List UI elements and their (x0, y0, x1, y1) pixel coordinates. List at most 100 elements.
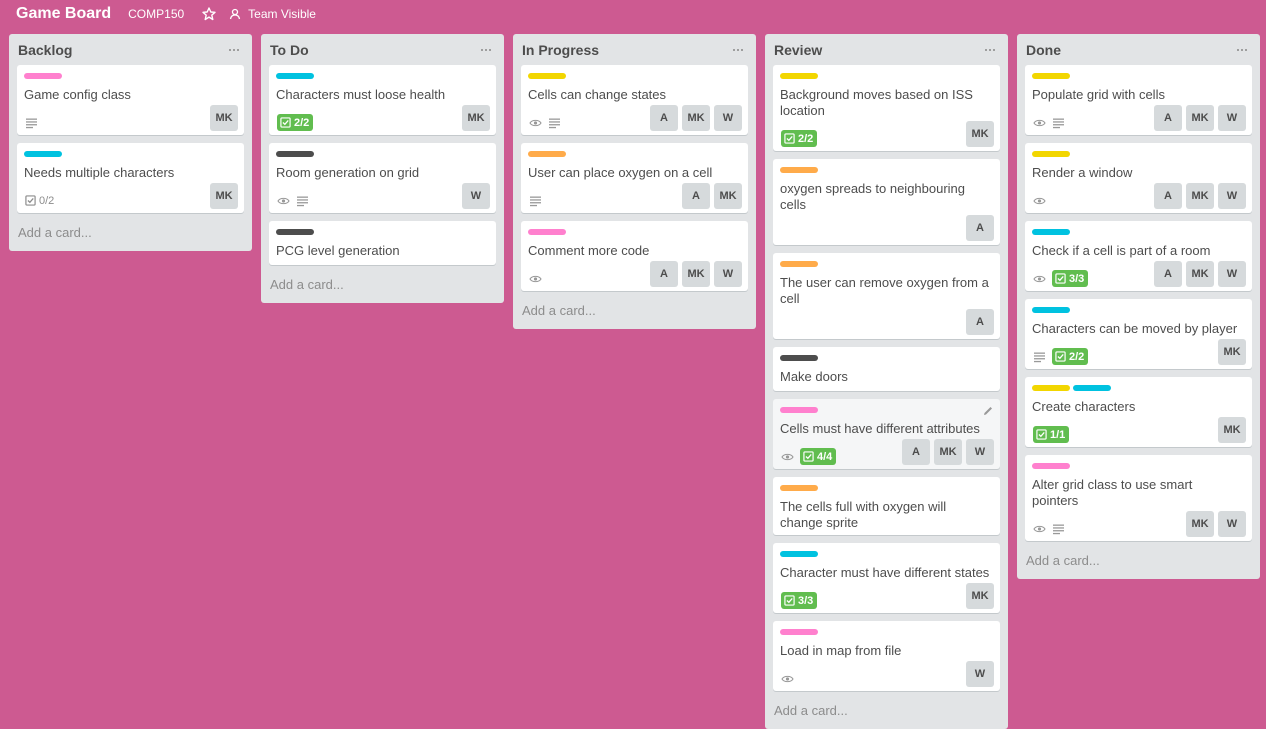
avatar[interactable]: MK (1186, 183, 1214, 209)
edit-icon[interactable] (982, 405, 994, 417)
card-members: A MK (682, 183, 742, 209)
card[interactable]: Room generation on grid W (269, 143, 496, 213)
card-title: Character must have different states (780, 565, 990, 580)
avatar[interactable]: A (1154, 105, 1182, 131)
avatar[interactable]: MK (1218, 339, 1246, 365)
avatar[interactable]: A (1154, 261, 1182, 287)
avatar[interactable]: W (966, 661, 994, 687)
card[interactable]: Characters must loose health 2/2 MK (269, 65, 496, 135)
avatar[interactable]: A (650, 261, 678, 287)
list-title[interactable]: Done (1026, 42, 1061, 58)
label-orange (780, 167, 818, 173)
card-footer: 4/4 A MK W (780, 439, 994, 465)
list-title[interactable]: Backlog (18, 42, 72, 58)
list-title[interactable]: Review (774, 42, 822, 58)
card[interactable]: oxygen spreads to neighbouring cells A (773, 159, 1000, 245)
card-footer: A MK (528, 183, 742, 209)
list-title[interactable]: In Progress (522, 42, 599, 58)
card[interactable]: Populate grid with cells A MK W (1025, 65, 1252, 135)
star-icon[interactable] (202, 7, 216, 21)
card[interactable]: The cells full with oxygen will change s… (773, 477, 1000, 535)
description-icon (26, 118, 37, 129)
card[interactable]: Create characters 1/1 MK (1025, 377, 1252, 447)
avatar[interactable]: MK (1186, 511, 1214, 537)
avatar[interactable]: W (462, 183, 490, 209)
avatar[interactable]: MK (210, 183, 238, 209)
card[interactable]: Load in map from file W (773, 621, 1000, 691)
card[interactable]: The user can remove oxygen from a cell A (773, 253, 1000, 339)
avatar[interactable]: W (1218, 261, 1246, 287)
card[interactable]: Characters can be moved by player 2/2 MK (1025, 299, 1252, 369)
avatar[interactable]: MK (462, 105, 490, 131)
label-orange (780, 261, 818, 267)
card[interactable]: Background moves based on ISS location 2/… (773, 65, 1000, 151)
card[interactable]: User can place oxygen on a cell A MK (521, 143, 748, 213)
list-title[interactable]: To Do (270, 42, 309, 58)
card-labels (276, 229, 490, 237)
board-visibility[interactable]: Team Visible (248, 7, 316, 21)
card-labels (1032, 307, 1246, 315)
card-title: Game config class (24, 87, 131, 102)
avatar[interactable]: W (714, 261, 742, 287)
card[interactable]: PCG level generation (269, 221, 496, 265)
avatar[interactable]: A (902, 439, 930, 465)
board-org[interactable]: COMP150 (128, 7, 184, 21)
card-footer: 2/2 MK (1032, 339, 1246, 365)
card-badges (528, 115, 561, 131)
avatar[interactable]: W (714, 105, 742, 131)
card[interactable]: Alter grid class to use smart pointers MK… (1025, 455, 1252, 541)
avatar[interactable]: W (1218, 183, 1246, 209)
add-card-link[interactable]: Add a card... (17, 221, 244, 245)
team-icon[interactable] (228, 7, 242, 21)
checklist-icon (1055, 351, 1066, 362)
add-card-link[interactable]: Add a card... (773, 699, 1000, 723)
card[interactable]: Comment more code A MK W (521, 221, 748, 291)
avatar[interactable]: MK (1186, 105, 1214, 131)
card[interactable]: Check if a cell is part of a room 3/3 A MK W (1025, 221, 1252, 291)
avatar[interactable]: A (682, 183, 710, 209)
avatar[interactable]: A (966, 309, 994, 335)
card[interactable]: Character must have different states 3/3 M… (773, 543, 1000, 613)
avatar[interactable]: MK (682, 105, 710, 131)
card[interactable]: Make doors (773, 347, 1000, 391)
add-card-link[interactable]: Add a card... (521, 299, 748, 323)
avatar[interactable]: MK (210, 105, 238, 131)
list-menu-icon[interactable] (730, 45, 746, 55)
avatar[interactable]: MK (714, 183, 742, 209)
card[interactable]: Cells must have different attributes 4/4 A… (773, 399, 1000, 469)
card[interactable]: Game config class MK (17, 65, 244, 135)
avatar[interactable]: W (1218, 105, 1246, 131)
label-pink (24, 73, 62, 79)
avatar[interactable]: MK (1218, 417, 1246, 443)
list-menu-icon[interactable] (226, 45, 242, 55)
list-menu-icon[interactable] (982, 45, 998, 55)
avatar[interactable]: W (966, 439, 994, 465)
avatar[interactable]: W (1218, 511, 1246, 537)
avatar[interactable]: A (966, 215, 994, 241)
board-title[interactable]: Game Board (16, 5, 111, 23)
checklist-count: 3/3 (798, 594, 814, 607)
avatar[interactable]: MK (682, 261, 710, 287)
list-menu-icon[interactable] (478, 45, 494, 55)
checklist-count: 2/2 (798, 132, 814, 145)
label-cyan (1073, 385, 1111, 391)
card[interactable]: Needs multiple characters 0/2 MK (17, 143, 244, 213)
list-done: Done Populate grid with cells A MK W Render a… (1017, 34, 1260, 579)
description-icon (1053, 524, 1064, 535)
add-card-link[interactable]: Add a card... (269, 273, 496, 297)
card-members: MK (210, 183, 238, 209)
list-menu-icon[interactable] (1234, 45, 1250, 55)
avatar[interactable]: MK (966, 583, 994, 609)
card-members: W (966, 661, 994, 687)
card[interactable]: Cells can change states A MK W (521, 65, 748, 135)
card-footer: 2/2 MK (276, 105, 490, 131)
avatar[interactable]: A (650, 105, 678, 131)
avatar[interactable]: A (1154, 183, 1182, 209)
avatar[interactable]: MK (934, 439, 962, 465)
card-labels (24, 151, 238, 159)
avatar[interactable]: MK (1186, 261, 1214, 287)
avatar[interactable]: MK (966, 121, 994, 147)
card-badges (780, 225, 781, 241)
card[interactable]: Render a window A MK W (1025, 143, 1252, 213)
add-card-link[interactable]: Add a card... (1025, 549, 1252, 573)
